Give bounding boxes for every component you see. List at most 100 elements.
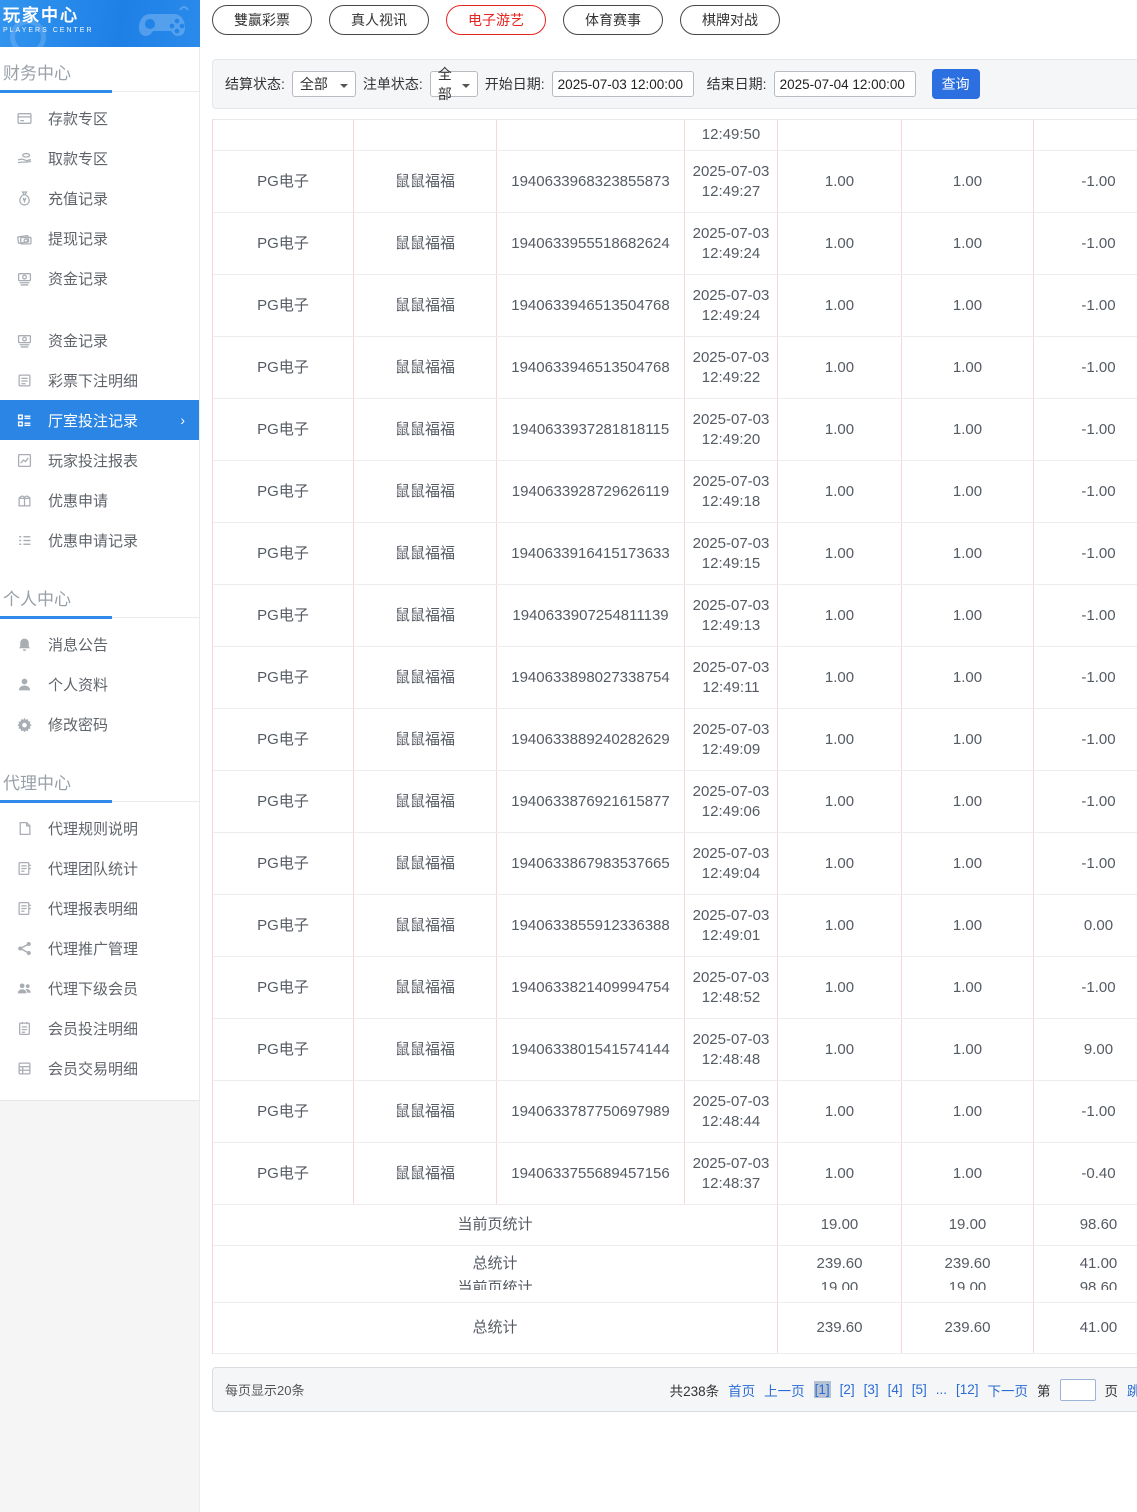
cell-valid-amount: 1.00: [902, 585, 1034, 646]
sidebar-item[interactable]: 代理规则说明: [0, 808, 199, 848]
cell-profit: -1.00: [1034, 1081, 1137, 1142]
cell-order-number: 1940633955518682624: [497, 213, 685, 274]
cell-datetime: 2025-07-03 12:49:13: [685, 585, 778, 646]
end-date-label: 结束日期:: [706, 76, 767, 92]
cell-bet-amount: 1.00: [778, 647, 902, 708]
sidebar-item[interactable]: 取款专区: [0, 138, 199, 178]
total-count-label: 共238条: [669, 1383, 720, 1399]
cell-profit: -1.00: [1034, 523, 1137, 584]
cell-order-number: 1940633801541574144: [497, 1019, 685, 1080]
page-number-link[interactable]: [1]: [813, 1381, 831, 1398]
cell-datetime: 2025-07-03 12:49:04: [685, 833, 778, 894]
page-number-link[interactable]: ...: [936, 1382, 947, 1397]
cell-platform: PG电子: [213, 833, 354, 894]
end-date-input[interactable]: [773, 71, 916, 97]
first-page-link[interactable]: 首页: [728, 1380, 755, 1400]
sidebar-item[interactable]: 优惠申请记录: [0, 520, 199, 560]
page-number-link[interactable]: [3]: [864, 1382, 879, 1397]
cell-platform: PG电子: [213, 275, 354, 336]
cell-datetime: 2025-07-03 12:48:52: [685, 957, 778, 1018]
settle-status-select[interactable]: 全部: [291, 71, 356, 97]
sidebar-item[interactable]: 会员投注明细: [0, 1008, 199, 1048]
sidebar: 玩家中心 PLAYERS CENTER 财务中心 存款专区 取款专区 充值记录 …: [0, 0, 200, 1512]
cell-game: 鼠鼠福福: [354, 151, 497, 212]
doc-lines-icon: [16, 372, 32, 388]
gift-icon: [16, 492, 32, 508]
cell-game: 鼠鼠福福: [354, 771, 497, 832]
sidebar-item[interactable]: 个人资料: [0, 664, 199, 704]
table-row: PG电子 鼠鼠福福 1940633968323855873 2025-07-03…: [213, 151, 1137, 213]
table-row: PG电子 鼠鼠福福 1940633787750697989 2025-07-03…: [213, 1081, 1137, 1143]
cell-platform: PG电子: [213, 771, 354, 832]
sidebar-item[interactable]: 会员交易明细: [0, 1048, 199, 1088]
sidebar-item[interactable]: 消息公告: [0, 624, 199, 664]
cell-bet-amount: 1.00: [778, 771, 902, 832]
cell-datetime: 2025-07-03 12:49:27: [685, 151, 778, 212]
cell-datetime: 2025-07-03 12:49:24: [685, 275, 778, 336]
sidebar-item[interactable]: 厅室投注记录 ›: [0, 400, 199, 440]
page-number-link[interactable]: [12]: [956, 1382, 979, 1397]
page-jump-input[interactable]: [1059, 1378, 1096, 1401]
category-tab[interactable]: 棋牌对战: [680, 5, 780, 35]
sidebar-item[interactable]: 代理推广管理: [0, 928, 199, 968]
cell-time: 12:49:50: [685, 120, 778, 150]
page-number-link[interactable]: [5]: [912, 1382, 927, 1397]
sidebar-item-label: 玩家投注报表: [48, 452, 139, 470]
page-number-link[interactable]: [4]: [888, 1382, 903, 1397]
sidebar-item[interactable]: 彩票下注明细: [0, 360, 199, 400]
sidebar-section: 个人中心 消息公告 个人资料 修改密码: [0, 582, 199, 744]
category-tab[interactable]: 雙赢彩票: [212, 5, 312, 35]
sidebar-item[interactable]: 玩家投注报表: [0, 440, 199, 480]
sidebar-item[interactable]: 代理下级会员: [0, 968, 199, 1008]
bell-icon: [16, 636, 32, 652]
sidebar-item[interactable]: 资金记录: [0, 258, 199, 298]
jump-button[interactable]: 跳转: [1127, 1380, 1137, 1400]
sidebar-item[interactable]: 提现记录: [0, 218, 199, 258]
sidebar-section-header: 个人中心: [0, 582, 199, 619]
cell-valid-amount: 1.00: [902, 895, 1034, 956]
order-status-value: 全部: [437, 66, 452, 102]
summary-overlap-row: 总统计 当前页统计 239.60 19.00 239.60 19.00 41.0…: [213, 1246, 1137, 1303]
cell-game: 鼠鼠福福: [354, 399, 497, 460]
cell-bet-amount: 1.00: [778, 833, 902, 894]
start-date-input[interactable]: [551, 71, 694, 97]
category-tab[interactable]: 真人视讯: [329, 5, 429, 35]
cell-datetime: 2025-07-03 12:49:22: [685, 337, 778, 398]
sidebar-item-label: 修改密码: [48, 716, 109, 734]
table-row: PG电子 鼠鼠福福 1940633821409994754 2025-07-03…: [213, 957, 1137, 1019]
logo: 玩家中心 PLAYERS CENTER: [0, 0, 200, 47]
cell-bet-amount: 1.00: [778, 399, 902, 460]
pagination-bar: 每页显示20条 共238条 首页 上一页 [1] [2] [3] [4] [5]…: [212, 1367, 1137, 1412]
cell-profit: -1.00: [1034, 461, 1137, 522]
cell-order-number: 1940633755689457156: [497, 1143, 685, 1204]
sidebar-section-header: 财务中心: [0, 56, 199, 93]
cell-platform: PG电子: [213, 399, 354, 460]
next-page-link[interactable]: 下一页: [988, 1380, 1029, 1400]
sidebar-item[interactable]: 代理报表明细: [0, 888, 199, 928]
table-row: PG电子 鼠鼠福福 1940633898027338754 2025-07-03…: [213, 647, 1137, 709]
sidebar-item[interactable]: 修改密码: [0, 704, 199, 744]
cell-valid-amount: 1.00: [902, 1019, 1034, 1080]
sidebar-item-label: 取款专区: [48, 150, 109, 168]
category-tab[interactable]: 体育赛事: [563, 5, 663, 35]
order-status-select[interactable]: 全部: [429, 66, 478, 102]
cell-datetime: 2025-07-03 12:49:06: [685, 771, 778, 832]
cell-bet-amount: 1.00: [778, 895, 902, 956]
cell-platform: PG电子: [213, 957, 354, 1018]
sidebar-item[interactable]: 优惠申请: [0, 480, 199, 520]
cell-datetime: 2025-07-03 12:49:11: [685, 647, 778, 708]
sidebar-item[interactable]: 代理团队统计: [0, 848, 199, 888]
bets-table: 12:49:50 PG电子 鼠鼠福福 1940633968323855873 2…: [212, 119, 1137, 1354]
prev-page-link[interactable]: 上一页: [764, 1380, 805, 1400]
sidebar-item[interactable]: 充值记录: [0, 178, 199, 218]
report-icon: [16, 860, 32, 876]
sidebar-item[interactable]: 资金记录: [0, 320, 199, 360]
sidebar-item[interactable]: 存款专区: [0, 98, 199, 138]
sidebar-item-label: 会员投注明细: [48, 1020, 139, 1038]
search-button[interactable]: 查询: [931, 69, 980, 99]
category-tab[interactable]: 电子游艺: [446, 5, 546, 35]
hand-money-icon: [16, 150, 32, 166]
page-number-link[interactable]: [2]: [840, 1382, 855, 1397]
sidebar-item-label: 代理规则说明: [48, 820, 139, 838]
cell-game: 鼠鼠福福: [354, 275, 497, 336]
